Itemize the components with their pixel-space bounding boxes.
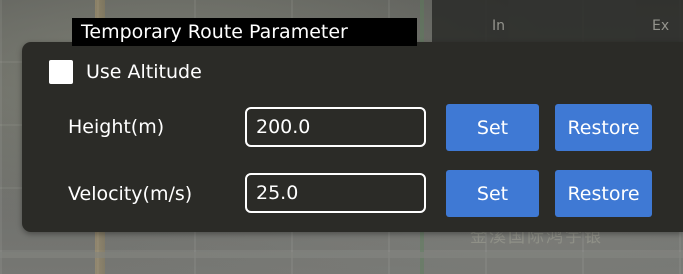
- height-restore-button[interactable]: Restore: [555, 104, 652, 151]
- map-toolbar-label: Ex: [652, 18, 670, 34]
- height-label: Height(m): [68, 116, 165, 138]
- use-altitude-label: Use Altitude: [86, 61, 202, 83]
- height-input[interactable]: [245, 107, 426, 147]
- map-toolbar-label: In: [492, 18, 506, 34]
- map-road: [0, 252, 683, 258]
- use-altitude-row[interactable]: Use Altitude: [49, 59, 202, 85]
- panel-title: Temporary Route Parameter: [72, 18, 417, 46]
- map-toolbar: In Ex: [432, 0, 683, 44]
- velocity-set-button[interactable]: Set: [446, 170, 539, 217]
- velocity-restore-button[interactable]: Restore: [555, 170, 652, 217]
- use-altitude-checkbox[interactable]: [49, 60, 73, 84]
- height-set-button[interactable]: Set: [446, 104, 539, 151]
- velocity-input[interactable]: [245, 173, 426, 213]
- velocity-label: Velocity(m/s): [68, 183, 193, 205]
